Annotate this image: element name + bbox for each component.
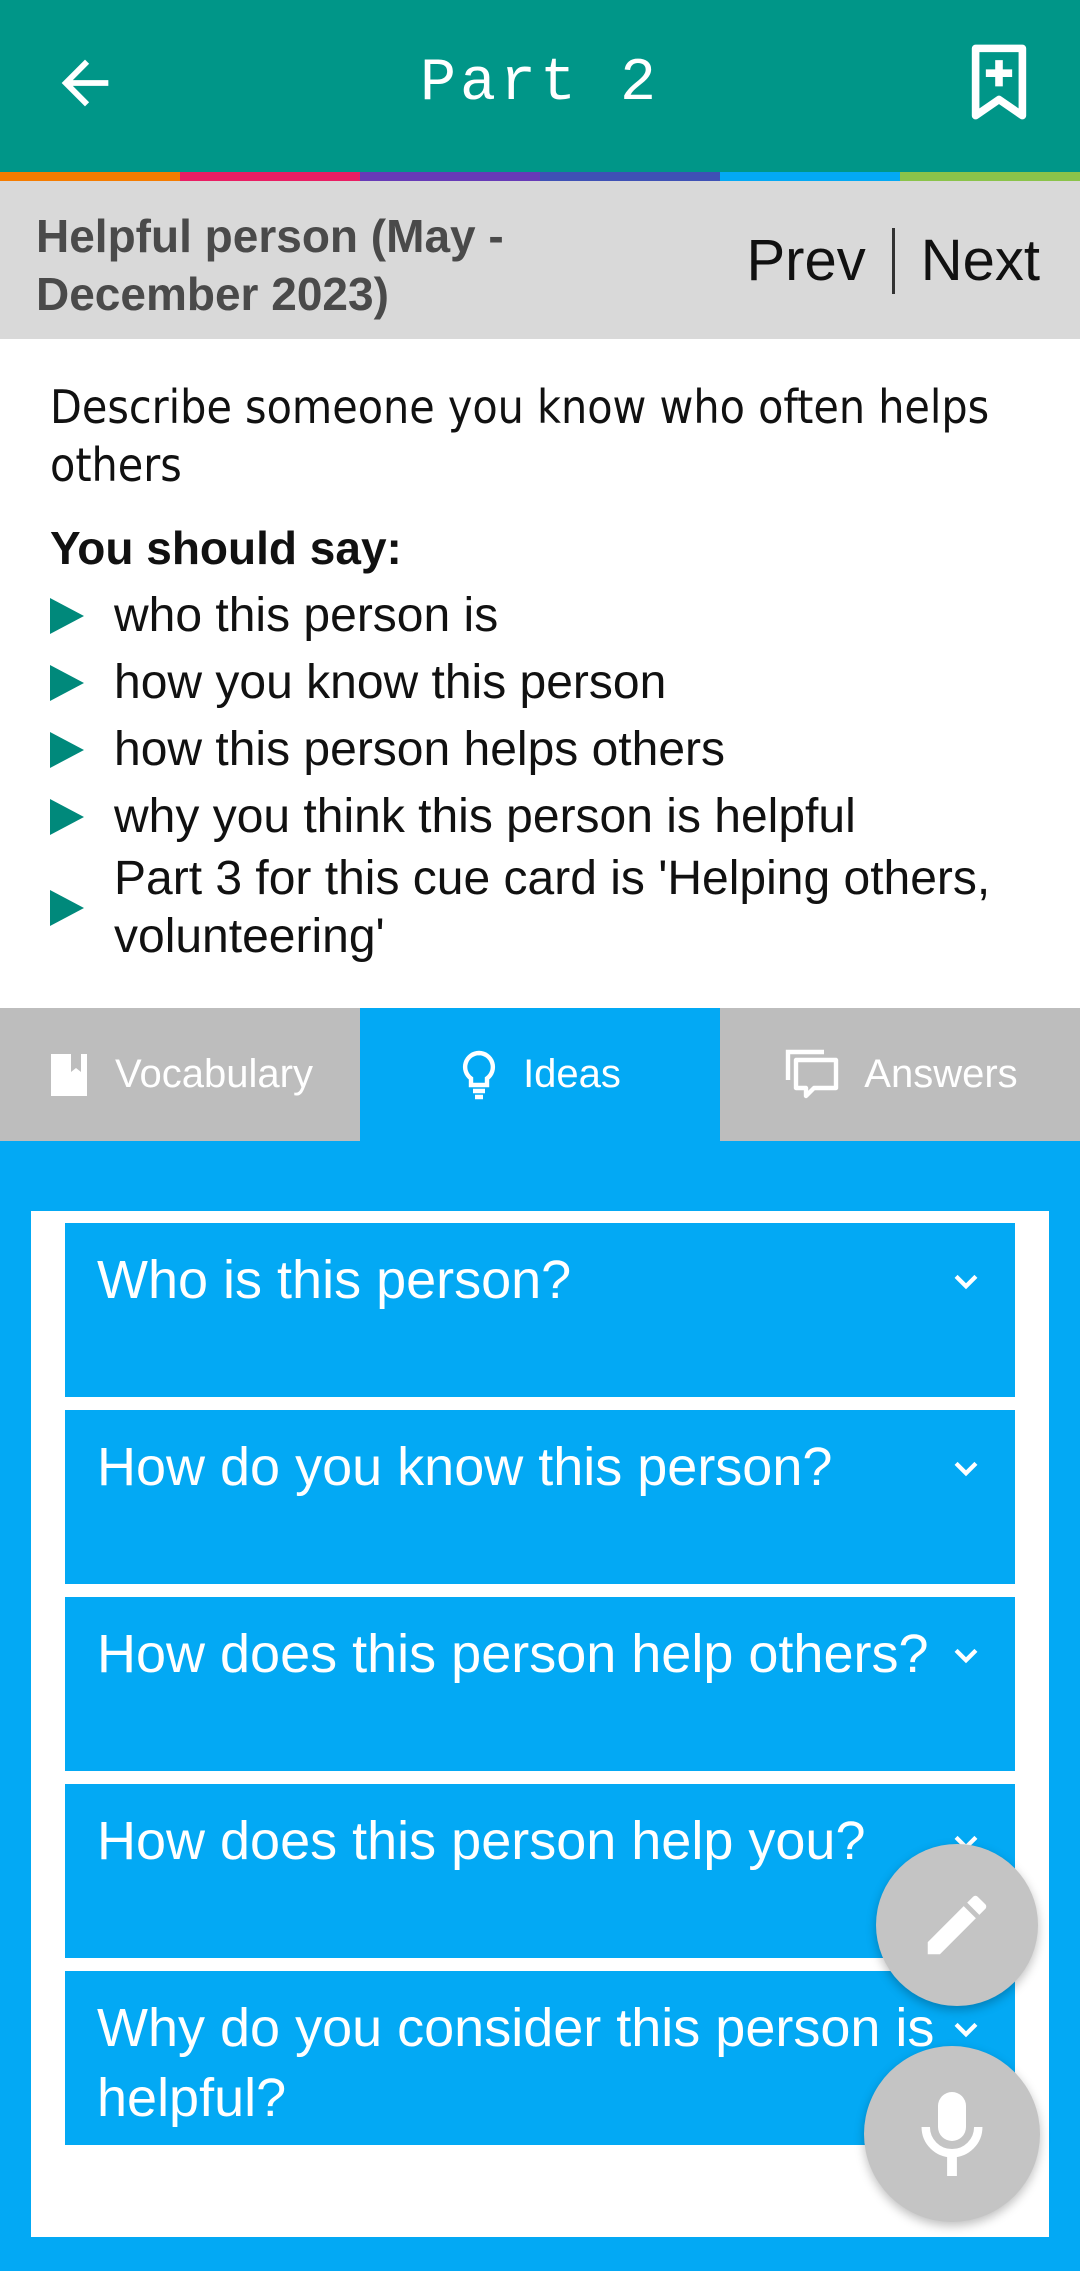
- cue-prompt: Describe someone you know who often help…: [50, 380, 990, 492]
- stripe-segment: [180, 172, 360, 181]
- tab-vocabulary[interactable]: Vocabulary: [0, 1008, 360, 1141]
- idea-question: How do you know this person?: [97, 1437, 833, 1497]
- stripe-segment: [540, 172, 720, 181]
- stripe-segment: [360, 172, 540, 181]
- cue-point-text: who this person is: [114, 588, 499, 642]
- cue-point: why you think this person is helpful: [50, 783, 1040, 850]
- chevron-down-icon[interactable]: [949, 1452, 983, 1486]
- idea-question: How does this person help others?: [97, 1624, 929, 1684]
- idea-question: Who is this person?: [97, 1250, 572, 1310]
- page-title: Part 2: [419, 50, 661, 118]
- stripe-segment: [720, 172, 900, 181]
- chat-icon: [786, 1049, 839, 1098]
- cue-card: Describe someone you know who often help…: [50, 378, 1040, 966]
- idea-accordion-item[interactable]: How does this person help you?: [65, 1784, 1015, 1958]
- play-bullet-icon: [50, 890, 84, 926]
- cue-point: who this person is: [50, 582, 1040, 649]
- edit-fab[interactable]: [876, 1844, 1038, 2006]
- cue-point: how you know this person: [50, 649, 1040, 716]
- cue-point: how this person helps others: [50, 716, 1040, 783]
- cue-point-text: how this person helps others: [114, 722, 726, 776]
- next-button[interactable]: Next: [921, 227, 1040, 294]
- stripe-segment: [900, 172, 1080, 181]
- bookmark-add-icon[interactable]: [968, 44, 1030, 120]
- tab-answers[interactable]: Answers: [720, 1008, 1080, 1141]
- cue-points: who this person is how you know this per…: [50, 582, 1040, 966]
- pager-divider: [891, 227, 895, 294]
- chevron-down-icon[interactable]: [949, 2013, 983, 2047]
- app-bar: Part 2: [0, 0, 1080, 172]
- tab-bar: Vocabulary Ideas Answers: [0, 1008, 1080, 1141]
- idea-question: How does this person help you?: [97, 1811, 866, 1871]
- microphone-icon: [921, 2092, 983, 2176]
- prev-button[interactable]: Prev: [746, 227, 865, 294]
- pager: Prev Next: [746, 227, 1040, 294]
- topic-header: Helpful person (May - December 2023) Pre…: [0, 181, 1080, 339]
- chevron-down-icon[interactable]: [949, 1639, 983, 1673]
- play-bullet-icon: [50, 664, 84, 701]
- cue-point-text: how you know this person: [114, 655, 667, 709]
- should-say-heading: You should say:: [50, 522, 402, 574]
- tab-label: Vocabulary: [115, 1052, 313, 1096]
- topic-title: Helpful person (May - December 2023): [36, 210, 504, 320]
- book-icon: [51, 1053, 88, 1096]
- play-bullet-icon: [50, 731, 84, 768]
- cue-point-text: Part 3 for this cue card is 'Helping oth…: [114, 852, 991, 963]
- idea-accordion-item[interactable]: How do you know this person?: [65, 1410, 1015, 1584]
- tab-label: Answers: [864, 1052, 1018, 1096]
- tab-ideas[interactable]: Ideas: [360, 1008, 720, 1141]
- idea-question: Why do you consider this person is helpf…: [97, 1998, 935, 2128]
- tab-label: Ideas: [523, 1052, 621, 1096]
- color-stripe: [0, 172, 1080, 181]
- cue-point-text: why you think this person is helpful: [114, 789, 856, 843]
- chevron-down-icon[interactable]: [949, 1265, 983, 1299]
- cue-point: Part 3 for this cue card is 'Helping oth…: [50, 850, 1040, 966]
- idea-accordion-item[interactable]: Who is this person?: [65, 1223, 1015, 1397]
- play-bullet-icon: [50, 597, 84, 634]
- play-bullet-icon: [50, 798, 84, 835]
- record-fab[interactable]: [864, 2046, 1040, 2222]
- lightbulb-icon: [463, 1050, 496, 1099]
- pencil-icon: [927, 1895, 987, 1955]
- stripe-segment: [0, 172, 180, 181]
- idea-accordion-item[interactable]: How does this person help others?: [65, 1597, 1015, 1771]
